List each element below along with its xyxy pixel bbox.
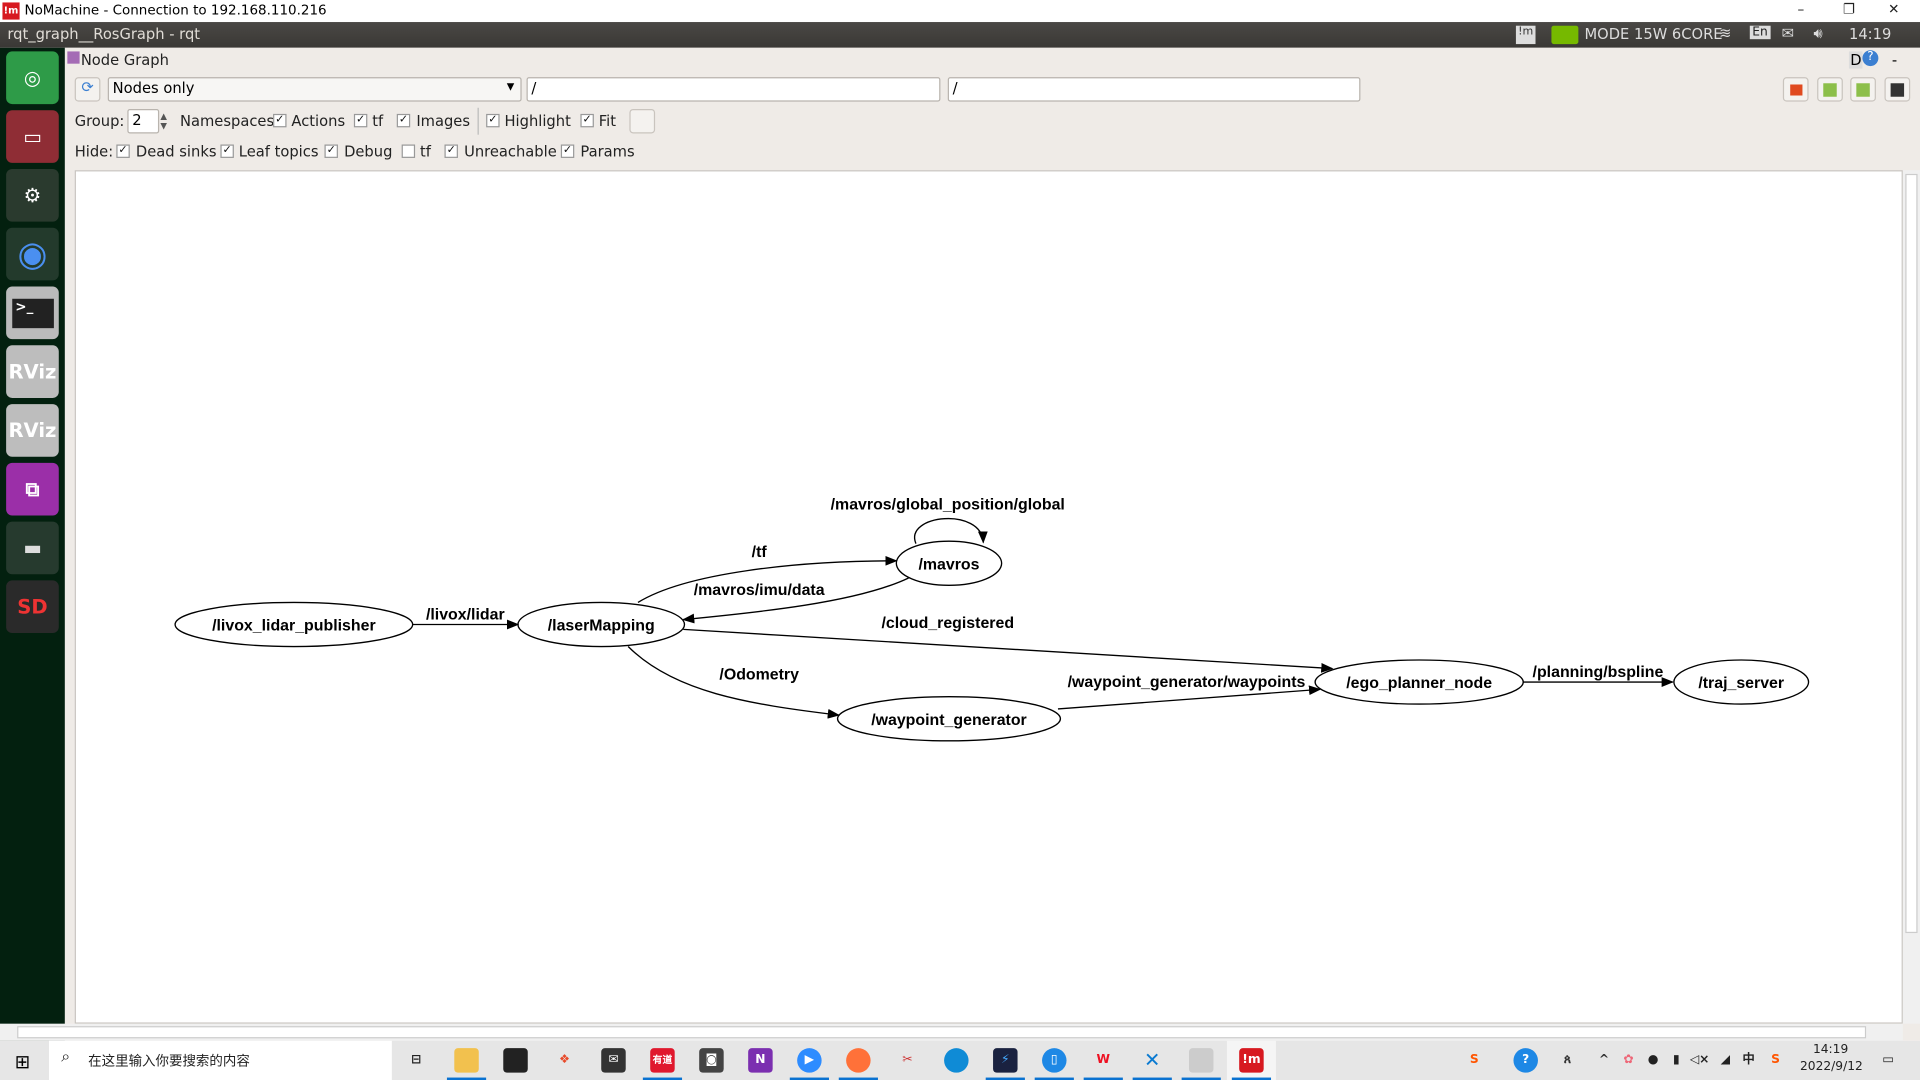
ime-icon[interactable]: 中: [1736, 1048, 1760, 1072]
edge-label: /livox/lidar: [426, 607, 505, 624]
edge-label: /cloud_registered: [881, 615, 1014, 632]
nomachine-task[interactable]: !m: [1226, 1040, 1276, 1080]
app-icon[interactable]: ❖: [552, 1048, 576, 1072]
monitor-icon[interactable]: [1188, 1048, 1214, 1073]
tray-expand-icon[interactable]: ^: [1592, 1048, 1616, 1072]
qq-icon[interactable]: ●: [1641, 1048, 1665, 1072]
store-icon[interactable]: [503, 1048, 528, 1073]
edge[interactable]: [913, 517, 988, 544]
ros-graph: /livox_lidar_publisher /laserMapping /ma…: [174, 496, 1810, 742]
windows-start-icon[interactable]: ⊞: [15, 1051, 30, 1073]
edge-label: /tf: [752, 544, 768, 561]
youdao-icon[interactable]: 有道: [650, 1048, 675, 1073]
node-label[interactable]: /livox_lidar_publisher: [212, 618, 376, 635]
edge-label: /Odometry: [719, 667, 799, 684]
edge[interactable]: [683, 628, 1334, 673]
edge-label: /planning/bspline: [1533, 664, 1664, 681]
network-icon[interactable]: ◢: [1713, 1048, 1737, 1072]
windows-taskbar: ⊞ ⌕ 在这里输入你要搜索的内容 ⊟ ❖ ✉ 有道 ◙ N ▶ ✂ ⚡ ▯ W ✕…: [0, 1040, 1920, 1080]
zoom-icon[interactable]: ▶: [797, 1048, 822, 1073]
search-box[interactable]: ⌕ 在这里输入你要搜索的内容: [48, 1040, 392, 1080]
edge-icon[interactable]: [944, 1048, 969, 1073]
battery-icon[interactable]: ▮: [1664, 1048, 1688, 1072]
app-icon[interactable]: ⚡: [993, 1048, 1018, 1073]
search-icon: ⌕: [61, 1048, 71, 1067]
file-explorer-icon[interactable]: [454, 1048, 479, 1073]
node-label[interactable]: /traj_server: [1698, 675, 1784, 692]
taskbar-time: 14:19: [1812, 1043, 1849, 1057]
tray-app-icon[interactable]: ✿: [1616, 1048, 1640, 1072]
camera-icon[interactable]: ◙: [699, 1048, 724, 1073]
node-label[interactable]: /ego_planner_node: [1346, 675, 1492, 692]
edge-label: /mavros/imu/data: [694, 582, 825, 599]
notification-icon[interactable]: ▭: [1876, 1048, 1900, 1072]
mail-icon[interactable]: ✉: [601, 1048, 626, 1073]
phone-icon[interactable]: ▯: [1042, 1048, 1067, 1073]
edge[interactable]: [1057, 685, 1322, 710]
volume-muted-icon[interactable]: ◁×: [1687, 1048, 1711, 1072]
people-icon[interactable]: ጰ: [1555, 1048, 1579, 1072]
sogou-tray-icon[interactable]: S: [1763, 1048, 1787, 1072]
edge-label: /mavros/global_position/global: [831, 496, 1065, 513]
help-icon[interactable]: ?: [1513, 1048, 1538, 1073]
vscode-icon[interactable]: ✕: [1140, 1048, 1164, 1072]
sogou-icon[interactable]: S: [1462, 1048, 1486, 1072]
nomachine-icon: !m: [1239, 1048, 1264, 1073]
taskbar-date: 2022/9/12: [1800, 1060, 1863, 1074]
onenote-icon[interactable]: N: [748, 1048, 773, 1073]
snipping-icon[interactable]: ✂: [895, 1048, 919, 1072]
firefox-icon[interactable]: [846, 1048, 871, 1073]
node-label[interactable]: /laserMapping: [548, 618, 655, 635]
wps-icon[interactable]: W: [1091, 1048, 1115, 1072]
edge-label: /waypoint_generator/waypoints: [1068, 674, 1306, 691]
taskbar-clock[interactable]: 14:19 2022/9/12: [1800, 1043, 1863, 1074]
node-label[interactable]: /waypoint_generator: [871, 712, 1027, 729]
search-placeholder: 在这里输入你要搜索的内容: [88, 1053, 250, 1069]
task-view-icon[interactable]: ⊟: [404, 1048, 428, 1072]
node-label[interactable]: /mavros: [918, 556, 979, 573]
